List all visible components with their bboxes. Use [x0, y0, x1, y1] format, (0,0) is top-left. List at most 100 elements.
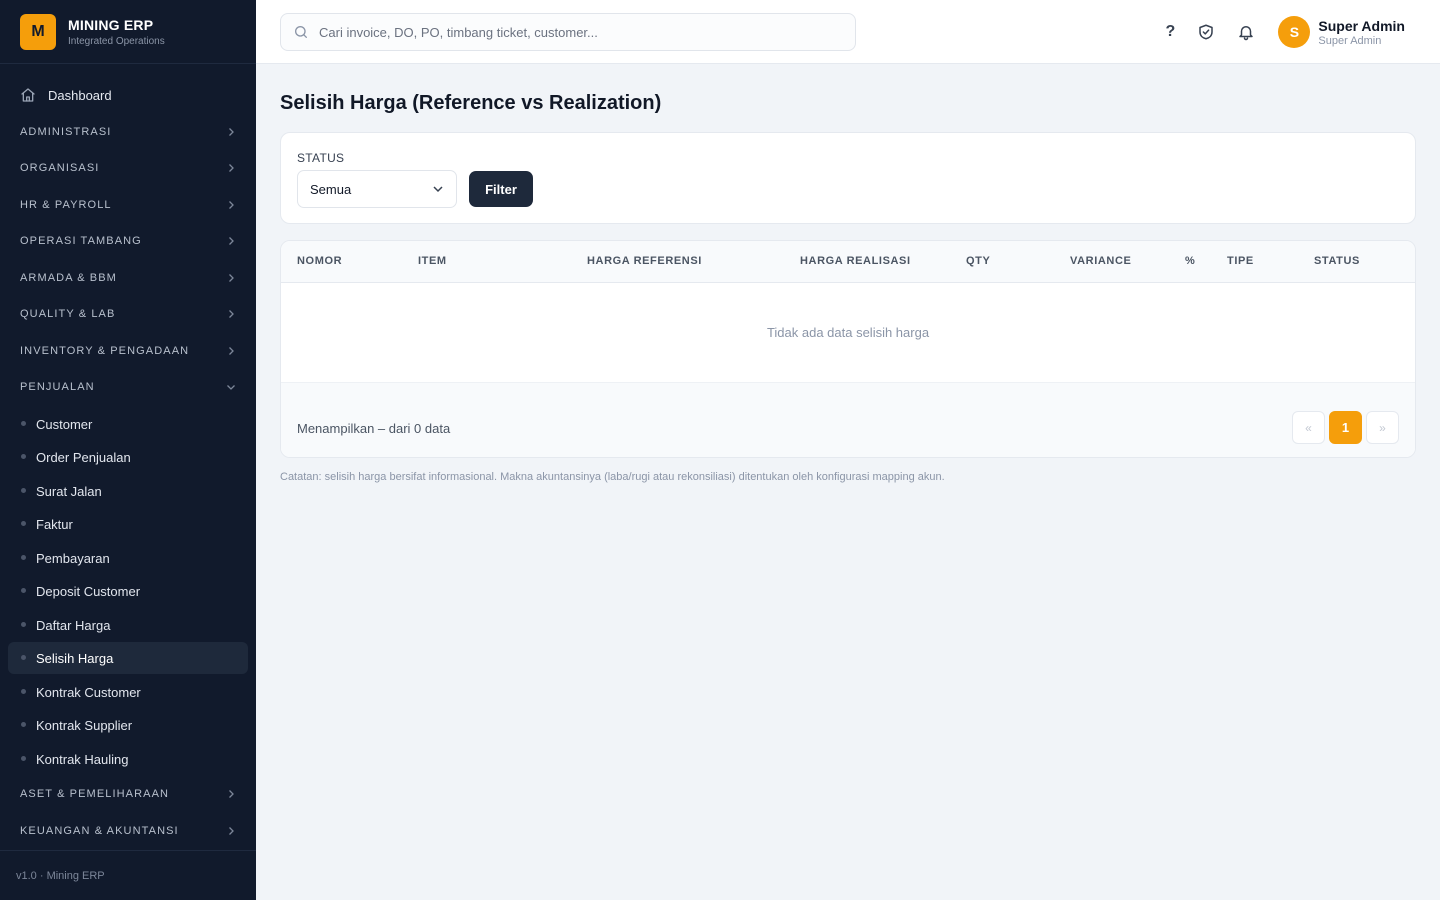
pagination-summary: Menampilkan – dari 0 data [297, 421, 451, 436]
sidebar-item-label: Dashboard [48, 87, 112, 103]
main-content: Selisih Harga (Reference vs Realization)… [256, 64, 1440, 900]
sidebar-item-label: Pembayaran [36, 550, 110, 566]
bullet-icon [21, 588, 26, 593]
section-label: HR & PAYROLL [20, 199, 112, 211]
sidebar-item-faktur[interactable]: Faktur [8, 508, 248, 540]
bullet-icon [21, 722, 26, 727]
chevron-right-icon [226, 127, 236, 137]
section-label: ASET & PEMELIHARAAN [20, 788, 170, 800]
chevron-down-icon [432, 183, 444, 195]
sidebar-item-label: Order Penjualan [36, 449, 131, 465]
chevron-right-icon [226, 273, 236, 283]
sidebar-item-dashboard[interactable]: Dashboard [8, 82, 248, 108]
chevron-right-icon [226, 200, 236, 210]
chevron-right-icon [226, 163, 236, 173]
chevron-right-icon [226, 236, 236, 246]
sidebar-item-label: Customer [36, 416, 93, 432]
bullet-icon [21, 488, 26, 493]
sidebar-item-surat-jalan[interactable]: Surat Jalan [8, 475, 248, 507]
user-role: Super Admin [1318, 34, 1382, 47]
shield-check-icon[interactable] [1196, 22, 1216, 42]
section-operasi-tambang[interactable]: OPERASI TAMBANG [20, 231, 236, 251]
column-header-percent[interactable]: % [1185, 255, 1195, 267]
sidebar-item-daftar-harga[interactable]: Daftar Harga [8, 609, 248, 641]
bullet-icon [21, 454, 26, 459]
sidebar-item-customer[interactable]: Customer [8, 408, 248, 440]
bullet-icon [21, 655, 26, 660]
brand[interactable]: M MINING ERP Integrated Operations [0, 0, 256, 64]
empty-state: Tidak ada data selisih harga [281, 283, 1415, 383]
home-icon [20, 87, 36, 103]
footnote: Catatan: selisih harga bersifat informas… [280, 471, 945, 483]
column-header-harga-referensi[interactable]: HARGA REFERENSI [587, 255, 702, 267]
bullet-icon [21, 622, 26, 627]
user-menu[interactable]: Super Admin Super Admin [1318, 18, 1405, 47]
section-armada-bbm[interactable]: ARMADA & BBM [20, 268, 236, 288]
sidebar-item-pembayaran[interactable]: Pembayaran [8, 542, 248, 574]
sidebar-item-kontrak-supplier[interactable]: Kontrak Supplier [8, 709, 248, 741]
filter-button[interactable]: Filter [469, 171, 533, 207]
bullet-icon [21, 756, 26, 761]
brand-subtitle: Integrated Operations [68, 35, 165, 47]
column-header-status[interactable]: STATUS [1314, 255, 1360, 267]
sidebar-item-kontrak-hauling[interactable]: Kontrak Hauling [8, 743, 248, 775]
status-filter-label: STATUS [297, 151, 345, 165]
help-icon[interactable]: ? [1160, 22, 1180, 42]
status-select[interactable]: Semua [297, 170, 457, 208]
status-select-value: Semua [310, 181, 352, 197]
sidebar-item-label: Surat Jalan [36, 483, 102, 499]
table-header: NOMOR ITEM HARGA REFERENSI HARGA REALISA… [281, 241, 1415, 283]
chevron-right-icon [226, 826, 236, 836]
filter-card: STATUS Semua Filter [280, 132, 1416, 224]
section-aset-pemeliharaan[interactable]: ASET & PEMELIHARAAN [20, 784, 236, 804]
sidebar: M MINING ERP Integrated Operations Dashb… [0, 0, 256, 900]
column-header-variance[interactable]: VARIANCE [1070, 255, 1131, 267]
section-label: OPERASI TAMBANG [20, 235, 142, 247]
bullet-icon [21, 421, 26, 426]
column-header-nomor[interactable]: NOMOR [297, 255, 342, 267]
section-administrasi[interactable]: ADMINISTRASI [20, 122, 236, 142]
page-title: Selisih Harga (Reference vs Realization) [280, 92, 662, 114]
topbar: ? S Super Admin Super Admin [256, 0, 1440, 64]
section-penjualan[interactable]: PENJUALAN [20, 377, 236, 397]
chevron-right-icon [226, 309, 236, 319]
chevron-right-icon [226, 789, 236, 799]
column-header-item[interactable]: ITEM [418, 255, 447, 267]
topbar-actions: ? S Super Admin Super Admin [1160, 0, 1440, 64]
sidebar-item-label: Selisih Harga [36, 650, 114, 666]
sidebar-item-selisih-harga[interactable]: Selisih Harga [8, 642, 248, 674]
sidebar-item-label: Kontrak Hauling [36, 751, 129, 767]
avatar[interactable]: S [1278, 16, 1311, 48]
search-input[interactable] [319, 24, 819, 40]
column-header-tipe[interactable]: TIPE [1227, 255, 1254, 267]
table-footer: Menampilkan – dari 0 data « 1 » [281, 383, 1415, 457]
prev-page-button[interactable]: « [1292, 411, 1325, 444]
section-label: PENJUALAN [20, 381, 95, 393]
sidebar-item-deposit-customer[interactable]: Deposit Customer [8, 575, 248, 607]
sidebar-item-order-penjualan[interactable]: Order Penjualan [8, 441, 248, 473]
section-label: ADMINISTRASI [20, 126, 112, 138]
bullet-icon [21, 521, 26, 526]
user-name: Super Admin [1318, 17, 1405, 34]
section-organisasi[interactable]: ORGANISASI [20, 158, 236, 178]
section-keuangan-akuntansi[interactable]: KEUANGAN & AKUNTANSI [20, 821, 236, 841]
price-variance-table: NOMOR ITEM HARGA REFERENSI HARGA REALISA… [280, 240, 1416, 458]
sidebar-item-label: Deposit Customer [36, 583, 141, 599]
sidebar-item-label: Kontrak Customer [36, 684, 141, 700]
search-bar[interactable] [280, 13, 856, 51]
section-quality-lab[interactable]: QUALITY & LAB [20, 304, 236, 324]
bell-icon[interactable] [1236, 22, 1256, 42]
sidebar-item-label: Kontrak Supplier [36, 717, 133, 733]
sidebar-item-kontrak-customer[interactable]: Kontrak Customer [8, 676, 248, 708]
chevron-down-icon [226, 382, 236, 392]
section-inventory-pengadaan[interactable]: INVENTORY & PENGADAAN [20, 341, 236, 361]
page-button-current[interactable]: 1 [1329, 411, 1362, 444]
column-header-harga-realisasi[interactable]: HARGA REALISASI [800, 255, 911, 267]
sidebar-footer: v1.0 · Mining ERP [0, 850, 256, 900]
section-label: INVENTORY & PENGADAAN [20, 345, 190, 357]
section-hr-payroll[interactable]: HR & PAYROLL [20, 195, 236, 215]
brand-logo: M [20, 13, 56, 50]
next-page-button[interactable]: » [1366, 411, 1399, 444]
column-header-qty[interactable]: QTY [966, 255, 990, 267]
section-label: QUALITY & LAB [20, 308, 116, 320]
